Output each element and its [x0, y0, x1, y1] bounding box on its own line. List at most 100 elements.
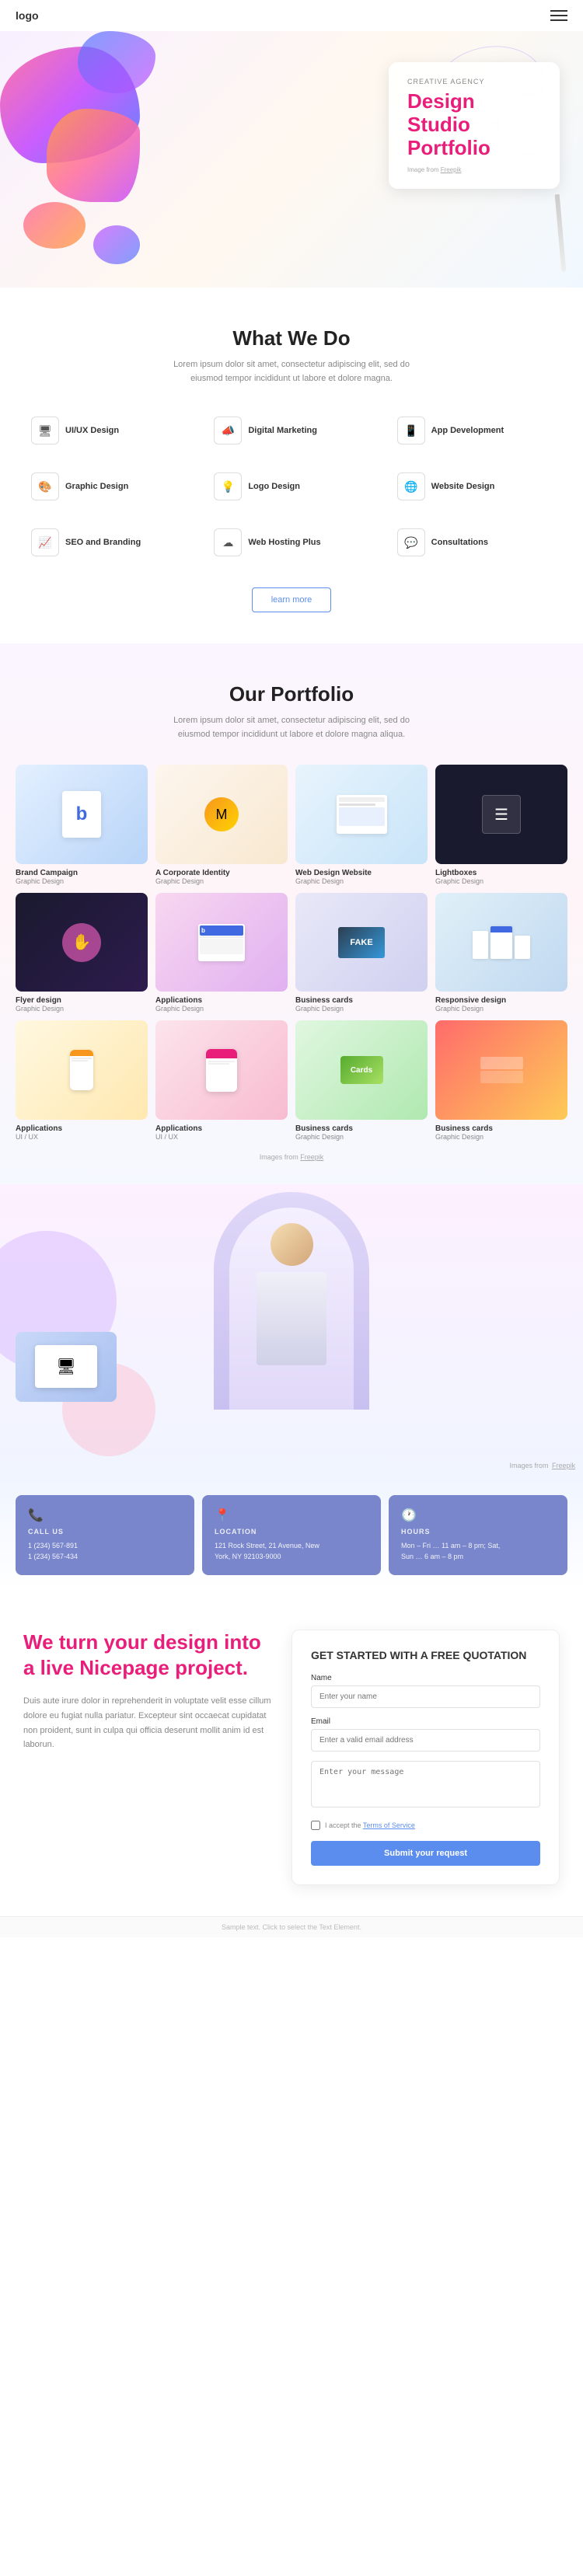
portfolio-cat-1: Graphic Design: [16, 877, 148, 885]
form-checkbox-row: I accept the Terms of Service: [311, 1821, 540, 1830]
hero-blob-2: [47, 109, 140, 202]
form-checkbox[interactable]: [311, 1821, 320, 1830]
portfolio-thumb-7: FAKE: [295, 893, 428, 992]
website-label: Website Design: [431, 482, 495, 491]
digital-marketing-icon: 📣: [214, 417, 242, 444]
about-section: 🖥 Images from Freepik: [0, 1184, 583, 1480]
contact-info-section: 📞 CALL US 1 (234) 567-891 1 (234) 567-43…: [0, 1480, 583, 1591]
form-name-input[interactable]: [311, 1685, 540, 1708]
quote-form-card: GET STARTED WITH A FREE QUOTATION Name E…: [292, 1630, 560, 1885]
footer-sample: Sample text. Click to select the Text El…: [0, 1916, 583, 1937]
portfolio-item-2[interactable]: M A Corporate Identity Graphic Design: [155, 765, 288, 885]
what-we-do-section: What We Do Lorem ipsum dolor sit amet, c…: [0, 288, 583, 643]
portfolio-cat-10: UI / UX: [155, 1133, 288, 1141]
portfolio-freepik-link[interactable]: Freepik: [300, 1153, 323, 1161]
portfolio-item-12[interactable]: Business cards Graphic Design: [435, 1020, 567, 1141]
portfolio-cat-9: UI / UX: [16, 1133, 148, 1141]
quote-section: We turn your design into a live Nicepage…: [0, 1591, 583, 1916]
portfolio-thumb-12: [435, 1020, 567, 1120]
location-icon: 📍: [215, 1508, 368, 1523]
contact-call-label: CALL US: [28, 1528, 182, 1535]
hero-pen: [555, 194, 567, 272]
form-email-group: Email: [311, 1717, 540, 1752]
contact-hours-value: Mon – Fri … 11 am – 8 pm; Sat, Sun … 6 a…: [401, 1540, 555, 1563]
about-freepik-link[interactable]: Freepik: [552, 1462, 575, 1469]
form-email-label: Email: [311, 1717, 540, 1726]
graphic-label: Graphic Design: [65, 482, 128, 491]
portfolio-cat-3: Graphic Design: [295, 877, 428, 885]
hamburger-line1: [550, 10, 567, 12]
service-digital-marketing: 📣 Digital Marketing: [206, 409, 376, 452]
portfolio-item-11[interactable]: Cards Business cards Graphic Design: [295, 1020, 428, 1141]
portfolio-title-10: Applications: [155, 1124, 288, 1133]
form-title: GET STARTED WITH A FREE QUOTATION: [311, 1649, 540, 1661]
portfolio-cat-4: Graphic Design: [435, 877, 567, 885]
form-message-input[interactable]: [311, 1761, 540, 1807]
hero-section: CREATIVE AGENCY Design Studio Portfolio …: [0, 31, 583, 288]
portfolio-cat-7: Graphic Design: [295, 1005, 428, 1013]
portfolio-thumb-11: Cards: [295, 1020, 428, 1120]
what-we-do-subtitle: Lorem ipsum dolor sit amet, consectetur …: [159, 358, 424, 385]
portfolio-item-6[interactable]: b Applications Graphic Design: [155, 893, 288, 1013]
portfolio-thumb-4: ☰: [435, 765, 567, 864]
service-website: 🌐 Website Design: [389, 465, 560, 508]
about-desk-image: 🖥: [16, 1332, 117, 1402]
logo: logo: [16, 9, 39, 22]
hamburger-line2: [550, 15, 567, 16]
portfolio-item-5[interactable]: ✋ Flyer design Graphic Design: [16, 893, 148, 1013]
portfolio-thumb-2: M: [155, 765, 288, 864]
uiux-icon: 🖥: [31, 417, 59, 444]
service-graphic: 🎨 Graphic Design: [23, 465, 194, 508]
portfolio-thumb-9: [16, 1020, 148, 1120]
portfolio-cat-11: Graphic Design: [295, 1133, 428, 1141]
portfolio-section: Our Portfolio Lorem ipsum dolor sit amet…: [0, 643, 583, 1184]
quote-description: Duis aute irure dolor in reprehenderit i…: [23, 1694, 276, 1752]
portfolio-item-10[interactable]: Applications UI / UX: [155, 1020, 288, 1141]
contact-location-value: 121 Rock Street, 21 Avenue, New York, NY…: [215, 1540, 368, 1563]
form-message-group: [311, 1761, 540, 1811]
portfolio-cat-2: Graphic Design: [155, 877, 288, 885]
portfolio-item-4[interactable]: ☰ Lightboxes Graphic Design: [435, 765, 567, 885]
phone-icon: 📞: [28, 1508, 182, 1523]
hero-freepik-link[interactable]: Freepik: [441, 166, 462, 173]
logo-icon: 💡: [214, 472, 242, 500]
portfolio-item-1[interactable]: b Brand Campaign Graphic Design: [16, 765, 148, 885]
learn-more-button[interactable]: learn more: [252, 587, 332, 612]
submit-button[interactable]: Submit your request: [311, 1841, 540, 1866]
service-seo: 📈 SEO and Branding: [23, 521, 194, 564]
service-consult: 💬 Consultations: [389, 521, 560, 564]
services-grid: 🖥 UI/UX Design 📣 Digital Marketing 📱 App…: [23, 409, 560, 564]
graphic-icon: 🎨: [31, 472, 59, 500]
terms-link[interactable]: Terms of Service: [363, 1821, 415, 1829]
portfolio-thumb-8: [435, 893, 567, 992]
portfolio-thumb-1: b: [16, 765, 148, 864]
contact-hours-label: HOURS: [401, 1528, 555, 1535]
portfolio-thumb-3: [295, 765, 428, 864]
portfolio-item-8[interactable]: Responsive design Graphic Design: [435, 893, 567, 1013]
header: logo: [0, 0, 583, 31]
contact-card-call: 📞 CALL US 1 (234) 567-891 1 (234) 567-43…: [16, 1495, 194, 1575]
portfolio-title-9: Applications: [16, 1124, 148, 1133]
website-icon: 🌐: [397, 472, 425, 500]
portfolio-images-credit: Images from Freepik: [16, 1153, 567, 1161]
form-email-input[interactable]: [311, 1729, 540, 1752]
contact-card-location: 📍 LOCATION 121 Rock Street, 21 Avenue, N…: [202, 1495, 381, 1575]
portfolio-item-3[interactable]: Web Design Website Graphic Design: [295, 765, 428, 885]
consult-icon: 💬: [397, 528, 425, 556]
portfolio-title-11: Business cards: [295, 1124, 428, 1133]
contact-location-label: LOCATION: [215, 1528, 368, 1535]
portfolio-title-4: Lightboxes: [435, 869, 567, 877]
portfolio-item-7[interactable]: FAKE Business cards Graphic Design: [295, 893, 428, 1013]
portfolio-thumb-10: [155, 1020, 288, 1120]
contact-call-value: 1 (234) 567-891 1 (234) 567-434: [28, 1540, 182, 1563]
portfolio-item-9[interactable]: Applications UI / UX: [16, 1020, 148, 1141]
portfolio-title-2: A Corporate Identity: [155, 869, 288, 877]
about-person-container: [214, 1192, 369, 1410]
hero-blob-3: [78, 31, 155, 93]
hero-blob-5: [93, 225, 140, 264]
portfolio-cat-5: Graphic Design: [16, 1005, 148, 1013]
seo-icon: 📈: [31, 528, 59, 556]
what-we-do-title: What We Do: [23, 326, 560, 350]
seo-label: SEO and Branding: [65, 538, 141, 547]
hamburger-menu[interactable]: [550, 10, 567, 21]
